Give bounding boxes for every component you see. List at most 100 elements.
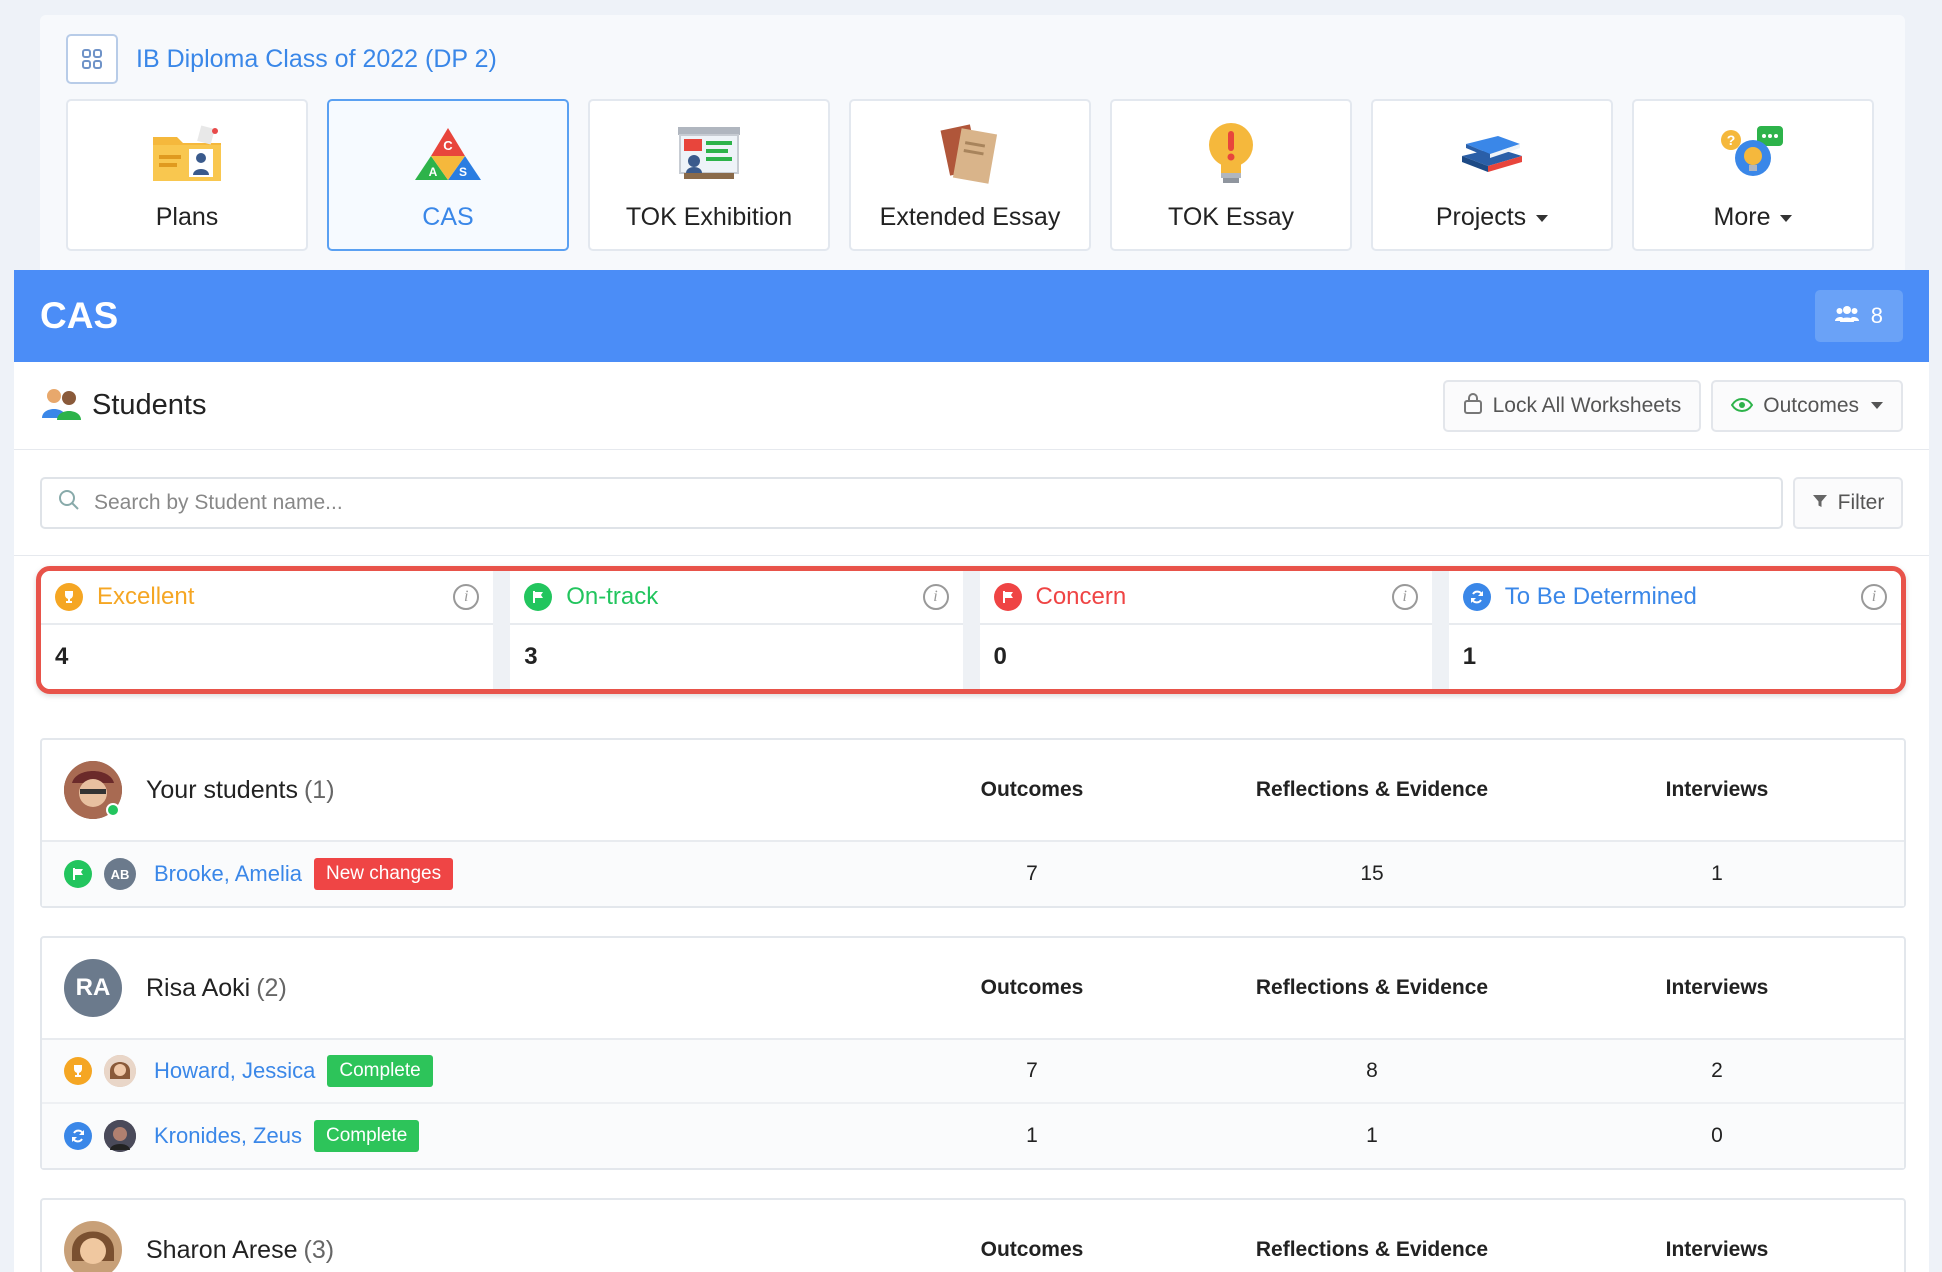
group-name-text: Risa Aoki bbox=[146, 973, 251, 1002]
status-card-on-track[interactable]: On-track i 3 bbox=[510, 571, 963, 689]
flag-icon bbox=[64, 860, 92, 888]
group-count: (3) bbox=[303, 1235, 335, 1264]
grid-icon[interactable] bbox=[66, 34, 118, 84]
student-cell: Howard, Jessica Complete bbox=[64, 1055, 872, 1087]
filter-label: Filter bbox=[1837, 490, 1885, 514]
status-card-concern[interactable]: Concern i 0 bbox=[979, 571, 1432, 689]
group-risa-aoki: RA Risa Aoki (2) Outcomes Reflections & E… bbox=[40, 936, 1906, 1170]
tile-label-text: Projects bbox=[1435, 203, 1527, 231]
group-name-text: Sharon Arese bbox=[146, 1235, 298, 1264]
avatar: RA bbox=[64, 959, 122, 1017]
column-header-outcomes: Outcomes bbox=[980, 778, 1084, 801]
users-icon bbox=[1834, 303, 1859, 329]
interviews-cell: 2 bbox=[1711, 1059, 1723, 1082]
trophy-icon bbox=[55, 583, 83, 611]
status-header: Excellent i bbox=[41, 571, 494, 625]
column-header-interviews: Interviews bbox=[1665, 778, 1769, 801]
group-name-text: Your students bbox=[146, 775, 298, 804]
class-selector[interactable]: IB Diploma Class of 2022 (DP 2) bbox=[66, 34, 497, 84]
group-count: (1) bbox=[303, 775, 335, 804]
filter-button[interactable]: Filter bbox=[1793, 476, 1903, 529]
tile-label: CAS bbox=[422, 203, 474, 231]
status-header: On-track i bbox=[510, 571, 963, 625]
class-title[interactable]: IB Diploma Class of 2022 (DP 2) bbox=[136, 45, 497, 74]
column-header-reflections: Reflections & Evidence bbox=[1255, 1238, 1489, 1261]
status-header: Concern i bbox=[979, 571, 1432, 625]
students-title: Students bbox=[92, 389, 207, 421]
caret-down-icon bbox=[1536, 214, 1549, 222]
group-title: RA Risa Aoki (2) bbox=[64, 959, 872, 1017]
search-row: Filter bbox=[14, 450, 1929, 556]
avatar bbox=[104, 1055, 136, 1087]
student-cell: Kronides, Zeus Complete bbox=[64, 1120, 872, 1152]
filter-icon bbox=[1812, 491, 1828, 515]
group-header: Your students (1) Outcomes Reflections & … bbox=[42, 740, 1904, 842]
tile-plans[interactable]: Plans bbox=[66, 99, 308, 251]
group-count: (2) bbox=[256, 973, 287, 1002]
status-card-excellent[interactable]: Excellent i 4 bbox=[41, 571, 494, 689]
search-input[interactable] bbox=[92, 489, 1765, 516]
outcomes-cell: 7 bbox=[1026, 862, 1038, 885]
group-label: Your students (1) bbox=[146, 776, 335, 805]
group-title: Sharon Arese (3) bbox=[64, 1221, 872, 1272]
status-name: Excellent bbox=[97, 583, 195, 610]
member-count: 8 bbox=[1870, 303, 1883, 328]
outcomes-cell: 1 bbox=[1026, 1124, 1038, 1147]
caret-down-icon bbox=[1780, 214, 1793, 222]
tile-label: TOK Exhibition bbox=[625, 203, 793, 231]
presentation-board-icon bbox=[669, 119, 749, 189]
tile-projects[interactable]: Projects bbox=[1371, 99, 1613, 251]
students-heading: Students bbox=[40, 384, 206, 428]
lock-label: Lock All Worksheets bbox=[1492, 393, 1682, 417]
table-row[interactable]: Howard, Jessica Complete 7 8 2 bbox=[42, 1040, 1904, 1104]
caret-down-icon bbox=[1871, 402, 1883, 409]
student-name-link[interactable]: Kronides, Zeus bbox=[154, 1123, 302, 1149]
status-badge: Complete bbox=[313, 1120, 420, 1152]
interviews-cell: 1 bbox=[1711, 862, 1723, 885]
tile-label: Projects bbox=[1435, 203, 1549, 232]
group-your-students: Your students (1) Outcomes Reflections & … bbox=[40, 738, 1906, 908]
avatar bbox=[64, 1221, 122, 1272]
group-label: Sharon Arese (3) bbox=[146, 1236, 334, 1265]
cas-header: CAS 8 bbox=[14, 270, 1929, 362]
info-icon[interactable]: i bbox=[453, 584, 480, 610]
svg-text:A: A bbox=[429, 165, 438, 179]
avatar bbox=[104, 1120, 136, 1152]
column-header-outcomes: Outcomes bbox=[980, 976, 1084, 999]
status-header: To Be Determined i bbox=[1448, 571, 1901, 625]
table-row[interactable]: Kronides, Zeus Complete 1 1 0 bbox=[42, 1104, 1904, 1168]
student-name-link[interactable]: Howard, Jessica bbox=[154, 1058, 315, 1084]
search-icon bbox=[58, 489, 80, 516]
tile-more[interactable]: ? More bbox=[1632, 99, 1874, 251]
student-name-link[interactable]: Brooke, Amelia bbox=[154, 861, 302, 887]
status-card-to-be-determined[interactable]: To Be Determined i 1 bbox=[1448, 571, 1901, 689]
avatar bbox=[64, 761, 122, 819]
status-count: 4 bbox=[55, 643, 69, 670]
cas-triangle-icon: CA S bbox=[408, 119, 488, 189]
tile-label: Plans bbox=[155, 203, 219, 231]
outcomes-dropdown-button[interactable]: Outcomes bbox=[1711, 379, 1903, 432]
info-icon[interactable]: i bbox=[1391, 584, 1418, 610]
students-toolbar: Students Lock All Worksheets Outcomes bbox=[14, 362, 1929, 450]
interviews-cell: 0 bbox=[1711, 1124, 1723, 1147]
status-badge: New changes bbox=[313, 858, 454, 890]
tile-extended-essay[interactable]: Extended Essay bbox=[849, 99, 1091, 251]
status-badge: Complete bbox=[327, 1055, 433, 1087]
tile-tok-essay[interactable]: TOK Essay bbox=[1110, 99, 1352, 251]
lock-all-worksheets-button[interactable]: Lock All Worksheets bbox=[1442, 379, 1702, 432]
student-cell: AB Brooke, Amelia New changes bbox=[64, 858, 872, 890]
students-actions: Lock All Worksheets Outcomes bbox=[1442, 379, 1903, 432]
info-icon[interactable]: i bbox=[922, 584, 949, 610]
column-header-reflections: Reflections & Evidence bbox=[1255, 976, 1489, 999]
lightbulb-alert-icon bbox=[1191, 119, 1271, 189]
tile-label: TOK Essay bbox=[1168, 203, 1294, 231]
avatar: AB bbox=[104, 858, 136, 890]
svg-text:C: C bbox=[443, 138, 453, 153]
table-row[interactable]: AB Brooke, Amelia New changes 7 15 1 bbox=[42, 842, 1904, 906]
tile-tok-exhibition[interactable]: TOK Exhibition bbox=[588, 99, 830, 251]
program-nav-card: IB Diploma Class of 2022 (DP 2) Plans CA… bbox=[40, 15, 1905, 275]
group-sharon-arese: Sharon Arese (3) Outcomes Reflections & E… bbox=[40, 1198, 1906, 1272]
members-button[interactable]: 8 bbox=[1814, 290, 1903, 342]
info-icon[interactable]: i bbox=[1861, 584, 1887, 610]
tile-cas[interactable]: CAS CAS bbox=[327, 99, 569, 251]
